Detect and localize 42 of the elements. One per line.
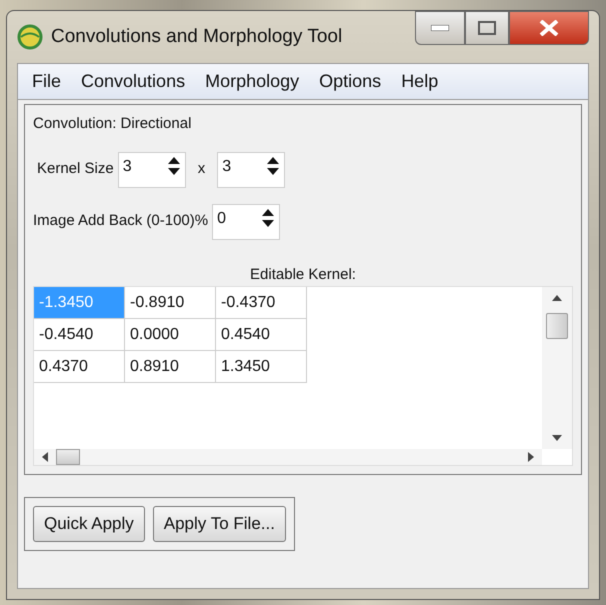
menu-item[interactable]: Options xyxy=(311,68,390,95)
close-button[interactable] xyxy=(509,11,589,45)
times-label: x xyxy=(198,159,206,180)
action-button[interactable]: Quick Apply xyxy=(33,506,145,542)
spin-field[interactable]: 3 xyxy=(118,152,186,188)
scroll-down-icon[interactable] xyxy=(552,435,562,441)
menu-item[interactable]: Convolutions xyxy=(73,68,194,95)
convolution-label: Convolution: Directional xyxy=(33,114,192,134)
window-title: Convolutions and Morphology Tool xyxy=(51,24,342,49)
scroll-left-icon[interactable] xyxy=(42,452,48,462)
spin-arrows-icon[interactable] xyxy=(266,154,280,176)
maximize-icon xyxy=(478,21,496,35)
spin-arrows-icon[interactable] xyxy=(261,206,276,228)
field-label: Kernel Size xyxy=(37,159,114,180)
table-cell[interactable]: -0.4540 xyxy=(34,319,125,351)
scroll-thumb[interactable] xyxy=(56,449,80,465)
table-cell[interactable]: 0.4540 xyxy=(216,319,307,351)
minimize-icon xyxy=(431,25,449,31)
scroll-right-icon[interactable] xyxy=(528,452,534,462)
spin-field[interactable]: 0 xyxy=(212,204,280,240)
table-cell[interactable]: 0.4370 xyxy=(34,351,125,383)
action-button[interactable]: Apply To File... xyxy=(152,506,286,542)
spin-arrows-icon[interactable] xyxy=(166,154,181,176)
menu-item[interactable]: Morphology xyxy=(197,68,308,95)
vertical-scrollbar[interactable] xyxy=(542,287,572,449)
table-cell[interactable]: -0.8910 xyxy=(125,287,216,319)
kernel-title: Editable Kernel: xyxy=(250,266,356,282)
maximize-button[interactable] xyxy=(465,11,509,45)
globe-icon xyxy=(17,24,43,50)
horizontal-scrollbar[interactable] xyxy=(34,449,542,465)
minimize-button[interactable] xyxy=(415,11,465,45)
field-label: Image Add Back (0-100)% xyxy=(33,211,208,232)
table-cell[interactable]: 0.0000 xyxy=(125,319,216,351)
table-cell[interactable]: 0.8910 xyxy=(125,351,216,383)
spin-field[interactable]: 3 xyxy=(217,152,286,188)
scroll-thumb[interactable] xyxy=(546,313,568,339)
menu-item[interactable]: Help xyxy=(393,68,446,95)
scroll-up-icon[interactable] xyxy=(552,295,562,301)
table-cell[interactable]: 1.3450 xyxy=(216,351,307,383)
table-cell[interactable]: -0.4370 xyxy=(216,287,307,319)
close-icon xyxy=(539,20,559,36)
menu-item[interactable]: File xyxy=(24,68,70,95)
